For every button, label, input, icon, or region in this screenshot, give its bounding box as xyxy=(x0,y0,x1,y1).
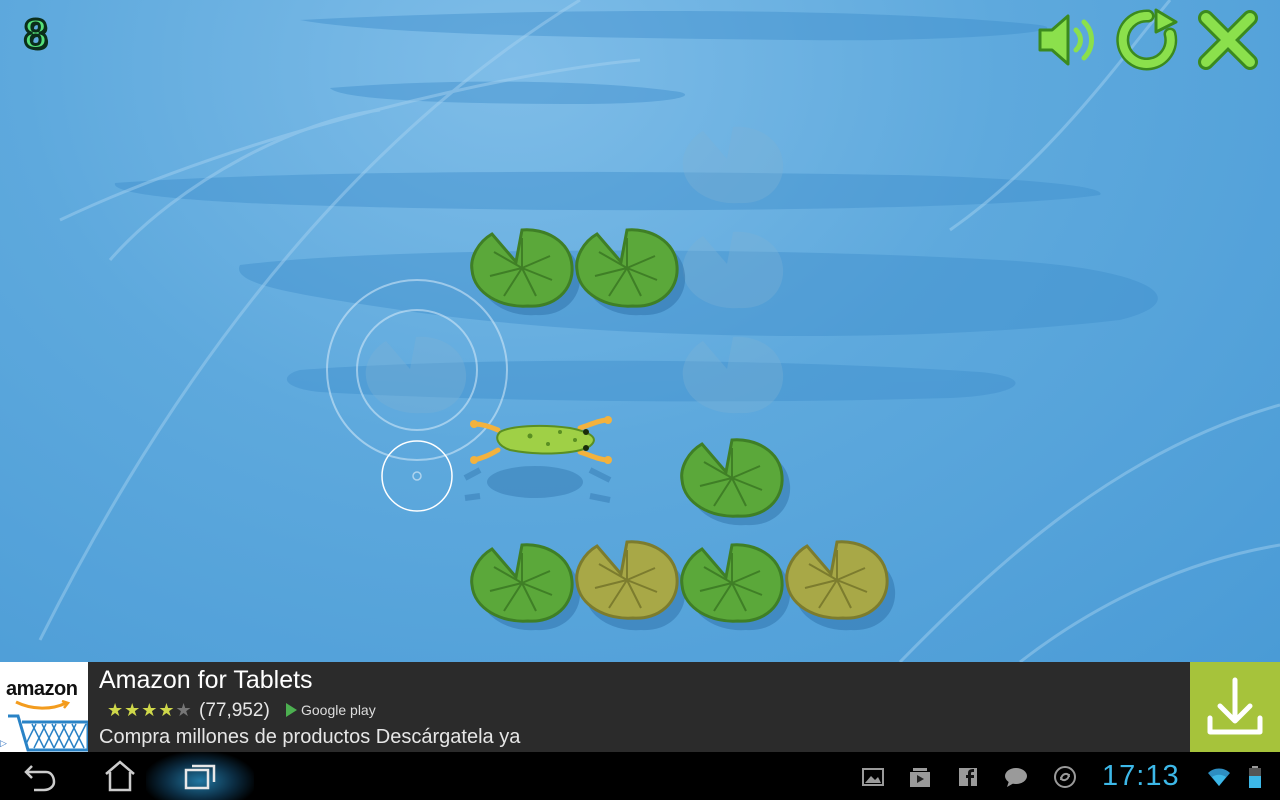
amazon-app-icon[interactable]: amazon ▷ xyxy=(0,662,88,752)
google-play-badge: Google play xyxy=(286,702,376,718)
frog-shadow xyxy=(463,466,612,503)
cursor-ring xyxy=(381,440,453,512)
lily-pad-withered[interactable] xyxy=(785,540,889,620)
download-button[interactable] xyxy=(1190,662,1280,752)
system-nav-bar: 17:13 xyxy=(0,752,1280,800)
pond-layer xyxy=(326,126,896,631)
store-name: Google play xyxy=(301,702,376,718)
lily-pad[interactable] xyxy=(680,543,784,623)
lily-pad[interactable] xyxy=(680,438,784,518)
clock: 17:13 xyxy=(1102,760,1180,792)
download-icon xyxy=(1207,677,1263,735)
google-play-icon xyxy=(286,703,297,717)
video-icon[interactable] xyxy=(907,764,933,790)
cart-icon xyxy=(8,714,88,752)
chat-icon[interactable] xyxy=(1003,764,1029,790)
lily-pad[interactable] xyxy=(575,228,679,308)
lily-pad[interactable] xyxy=(470,543,574,623)
gallery-icon[interactable] xyxy=(860,764,886,790)
ad-description: Compra millones de productos Descárgatel… xyxy=(99,726,521,748)
home-icon[interactable] xyxy=(100,758,140,794)
amazon-smile-icon xyxy=(15,700,71,710)
game-board[interactable]: 8 xyxy=(0,0,1280,662)
ad-title[interactable]: Amazon for Tablets xyxy=(99,666,313,695)
facebook-icon[interactable] xyxy=(955,764,981,790)
wifi-icon xyxy=(1208,768,1230,786)
ad-banner[interactable]: amazon ▷ Amazon for Tablets ★★★★★ (77,95… xyxy=(0,662,1280,752)
rating-stars: ★★★★★ xyxy=(107,700,193,720)
rating-count: (77,952) xyxy=(199,700,270,721)
back-icon[interactable] xyxy=(20,758,60,794)
frog[interactable] xyxy=(470,416,612,464)
lily-pad[interactable] xyxy=(470,228,574,308)
recent-apps-icon[interactable] xyxy=(180,758,220,794)
battery-icon xyxy=(1249,766,1261,788)
amazon-logo-text: amazon xyxy=(6,678,78,700)
sync-icon[interactable] xyxy=(1052,764,1078,790)
lily-pad-withered[interactable] xyxy=(575,540,679,620)
ad-choices-icon[interactable]: ▷ xyxy=(0,738,14,752)
